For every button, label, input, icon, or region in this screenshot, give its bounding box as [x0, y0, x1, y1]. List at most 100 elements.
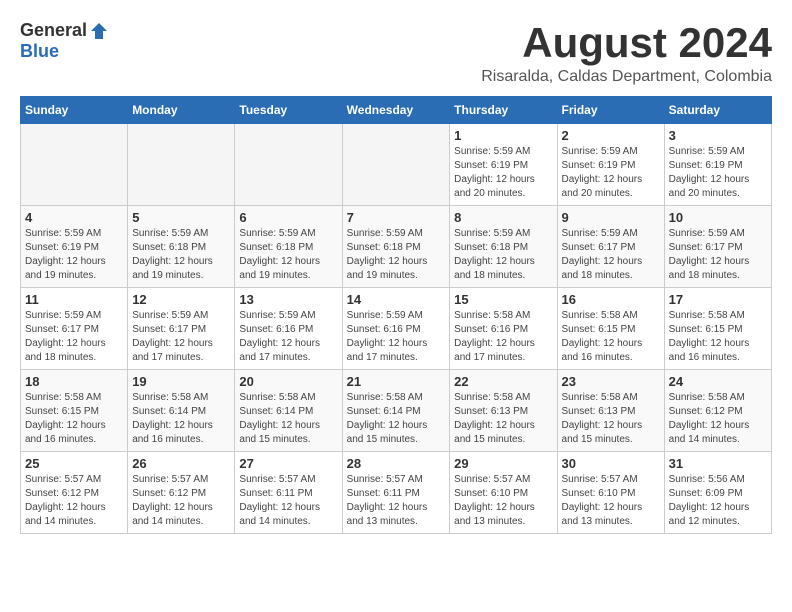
day-number: 20 — [239, 374, 337, 389]
day-info: Sunrise: 5:57 AM Sunset: 6:12 PM Dayligh… — [132, 473, 230, 529]
calendar-day-cell — [21, 124, 128, 206]
calendar-day-cell: 28 Sunrise: 5:57 AM Sunset: 6:11 PM Dayli… — [342, 452, 450, 534]
day-info: Sunrise: 5:59 AM Sunset: 6:18 PM Dayligh… — [347, 227, 446, 283]
logo-general-text: General — [20, 20, 87, 41]
calendar-header-row: SundayMondayTuesdayWednesdayThursdayFrid… — [21, 97, 772, 124]
calendar-day-cell: 5 Sunrise: 5:59 AM Sunset: 6:18 PM Daylig… — [128, 206, 235, 288]
calendar-day-cell: 24Sunrise: 5:58 AM Sunset: 6:12 PM Dayli… — [664, 370, 771, 452]
calendar-day-cell: 10 Sunrise: 5:59 AM Sunset: 6:17 PM Dayli… — [664, 206, 771, 288]
day-info: Sunrise: 5:58 AM Sunset: 6:14 PM Dayligh… — [132, 391, 230, 447]
calendar-week-row: 1 Sunrise: 5:59 AM Sunset: 6:19 PM Daylig… — [21, 124, 772, 206]
day-info: Sunrise: 5:57 AM Sunset: 6:12 PM Dayligh… — [25, 473, 123, 529]
day-number: 30 — [562, 456, 660, 471]
day-info: Sunrise: 5:59 AM Sunset: 6:18 PM Dayligh… — [454, 227, 552, 283]
logo-icon — [89, 21, 109, 41]
day-number: 19 — [132, 374, 230, 389]
day-number: 14 — [347, 292, 446, 307]
calendar-day-cell: 14 Sunrise: 5:59 AM Sunset: 6:16 PM Dayli… — [342, 288, 450, 370]
day-number: 22 — [454, 374, 552, 389]
day-number: 23 — [562, 374, 660, 389]
calendar-week-row: 25 Sunrise: 5:57 AM Sunset: 6:12 PM Dayli… — [21, 452, 772, 534]
calendar-day-cell: 17Sunrise: 5:58 AM Sunset: 6:15 PM Dayli… — [664, 288, 771, 370]
calendar-day-cell: 9Sunrise: 5:59 AM Sunset: 6:17 PM Daylig… — [557, 206, 664, 288]
calendar-day-cell — [128, 124, 235, 206]
logo: General Blue — [20, 20, 109, 62]
day-info: Sunrise: 5:58 AM Sunset: 6:13 PM Dayligh… — [562, 391, 660, 447]
day-number: 5 — [132, 210, 230, 225]
calendar-week-row: 4Sunrise: 5:59 AM Sunset: 6:19 PM Daylig… — [21, 206, 772, 288]
calendar-day-cell: 20 Sunrise: 5:58 AM Sunset: 6:14 PM Dayli… — [235, 370, 342, 452]
day-number: 21 — [347, 374, 446, 389]
day-info: Sunrise: 5:59 AM Sunset: 6:17 PM Dayligh… — [669, 227, 767, 283]
day-number: 15 — [454, 292, 552, 307]
day-info: Sunrise: 5:59 AM Sunset: 6:16 PM Dayligh… — [239, 309, 337, 365]
calendar-day-cell: 12Sunrise: 5:59 AM Sunset: 6:17 PM Dayli… — [128, 288, 235, 370]
calendar-header-sunday: Sunday — [21, 97, 128, 124]
day-info: Sunrise: 5:58 AM Sunset: 6:12 PM Dayligh… — [669, 391, 767, 447]
day-number: 18 — [25, 374, 123, 389]
calendar-day-cell: 25 Sunrise: 5:57 AM Sunset: 6:12 PM Dayli… — [21, 452, 128, 534]
day-info: Sunrise: 5:59 AM Sunset: 6:16 PM Dayligh… — [347, 309, 446, 365]
day-info: Sunrise: 5:58 AM Sunset: 6:15 PM Dayligh… — [562, 309, 660, 365]
calendar-day-cell: 26 Sunrise: 5:57 AM Sunset: 6:12 PM Dayli… — [128, 452, 235, 534]
calendar-day-cell: 6 Sunrise: 5:59 AM Sunset: 6:18 PM Daylig… — [235, 206, 342, 288]
day-info: Sunrise: 5:58 AM Sunset: 6:14 PM Dayligh… — [239, 391, 337, 447]
day-info: Sunrise: 5:57 AM Sunset: 6:10 PM Dayligh… — [562, 473, 660, 529]
month-title: August 2024 — [481, 20, 772, 66]
day-info: Sunrise: 5:58 AM Sunset: 6:15 PM Dayligh… — [25, 391, 123, 447]
day-number: 29 — [454, 456, 552, 471]
day-number: 27 — [239, 456, 337, 471]
calendar-day-cell: 2 Sunrise: 5:59 AM Sunset: 6:19 PM Daylig… — [557, 124, 664, 206]
day-info: Sunrise: 5:56 AM Sunset: 6:09 PM Dayligh… — [669, 473, 767, 529]
calendar-day-cell: 18 Sunrise: 5:58 AM Sunset: 6:15 PM Dayli… — [21, 370, 128, 452]
calendar-day-cell: 29 Sunrise: 5:57 AM Sunset: 6:10 PM Dayli… — [450, 452, 557, 534]
calendar-header-friday: Friday — [557, 97, 664, 124]
day-info: Sunrise: 5:58 AM Sunset: 6:16 PM Dayligh… — [454, 309, 552, 365]
calendar-day-cell — [235, 124, 342, 206]
calendar-day-cell: 15 Sunrise: 5:58 AM Sunset: 6:16 PM Dayli… — [450, 288, 557, 370]
calendar-day-cell: 4Sunrise: 5:59 AM Sunset: 6:19 PM Daylig… — [21, 206, 128, 288]
calendar-day-cell: 16 Sunrise: 5:58 AM Sunset: 6:15 PM Dayli… — [557, 288, 664, 370]
day-number: 6 — [239, 210, 337, 225]
day-number: 26 — [132, 456, 230, 471]
day-number: 28 — [347, 456, 446, 471]
day-number: 3 — [669, 128, 767, 143]
calendar-week-row: 18 Sunrise: 5:58 AM Sunset: 6:15 PM Dayli… — [21, 370, 772, 452]
calendar-day-cell: 8 Sunrise: 5:59 AM Sunset: 6:18 PM Daylig… — [450, 206, 557, 288]
calendar-table: SundayMondayTuesdayWednesdayThursdayFrid… — [20, 96, 772, 534]
day-number: 12 — [132, 292, 230, 307]
calendar-day-cell: 21Sunrise: 5:58 AM Sunset: 6:14 PM Dayli… — [342, 370, 450, 452]
calendar-day-cell: 19 Sunrise: 5:58 AM Sunset: 6:14 PM Dayli… — [128, 370, 235, 452]
day-number: 8 — [454, 210, 552, 225]
day-number: 1 — [454, 128, 552, 143]
calendar-week-row: 11Sunrise: 5:59 AM Sunset: 6:17 PM Dayli… — [21, 288, 772, 370]
day-info: Sunrise: 5:59 AM Sunset: 6:18 PM Dayligh… — [239, 227, 337, 283]
day-info: Sunrise: 5:59 AM Sunset: 6:19 PM Dayligh… — [669, 145, 767, 201]
day-number: 10 — [669, 210, 767, 225]
day-number: 16 — [562, 292, 660, 307]
day-info: Sunrise: 5:59 AM Sunset: 6:19 PM Dayligh… — [25, 227, 123, 283]
day-number: 2 — [562, 128, 660, 143]
calendar-header-thursday: Thursday — [450, 97, 557, 124]
day-info: Sunrise: 5:57 AM Sunset: 6:10 PM Dayligh… — [454, 473, 552, 529]
day-info: Sunrise: 5:59 AM Sunset: 6:19 PM Dayligh… — [562, 145, 660, 201]
day-info: Sunrise: 5:57 AM Sunset: 6:11 PM Dayligh… — [239, 473, 337, 529]
day-number: 7 — [347, 210, 446, 225]
calendar-day-cell: 22 Sunrise: 5:58 AM Sunset: 6:13 PM Dayli… — [450, 370, 557, 452]
day-number: 25 — [25, 456, 123, 471]
day-number: 11 — [25, 292, 123, 307]
calendar-header-saturday: Saturday — [664, 97, 771, 124]
calendar-day-cell: 11Sunrise: 5:59 AM Sunset: 6:17 PM Dayli… — [21, 288, 128, 370]
calendar-header-tuesday: Tuesday — [235, 97, 342, 124]
day-info: Sunrise: 5:57 AM Sunset: 6:11 PM Dayligh… — [347, 473, 446, 529]
title-area: August 2024 Risaralda, Caldas Department… — [481, 20, 772, 86]
calendar-day-cell: 1Sunrise: 5:59 AM Sunset: 6:19 PM Daylig… — [450, 124, 557, 206]
day-info: Sunrise: 5:58 AM Sunset: 6:13 PM Dayligh… — [454, 391, 552, 447]
calendar-day-cell — [342, 124, 450, 206]
day-number: 13 — [239, 292, 337, 307]
calendar-day-cell: 7 Sunrise: 5:59 AM Sunset: 6:18 PM Daylig… — [342, 206, 450, 288]
day-info: Sunrise: 5:59 AM Sunset: 6:18 PM Dayligh… — [132, 227, 230, 283]
calendar-header-wednesday: Wednesday — [342, 97, 450, 124]
day-number: 17 — [669, 292, 767, 307]
location-title: Risaralda, Caldas Department, Colombia — [481, 68, 772, 86]
